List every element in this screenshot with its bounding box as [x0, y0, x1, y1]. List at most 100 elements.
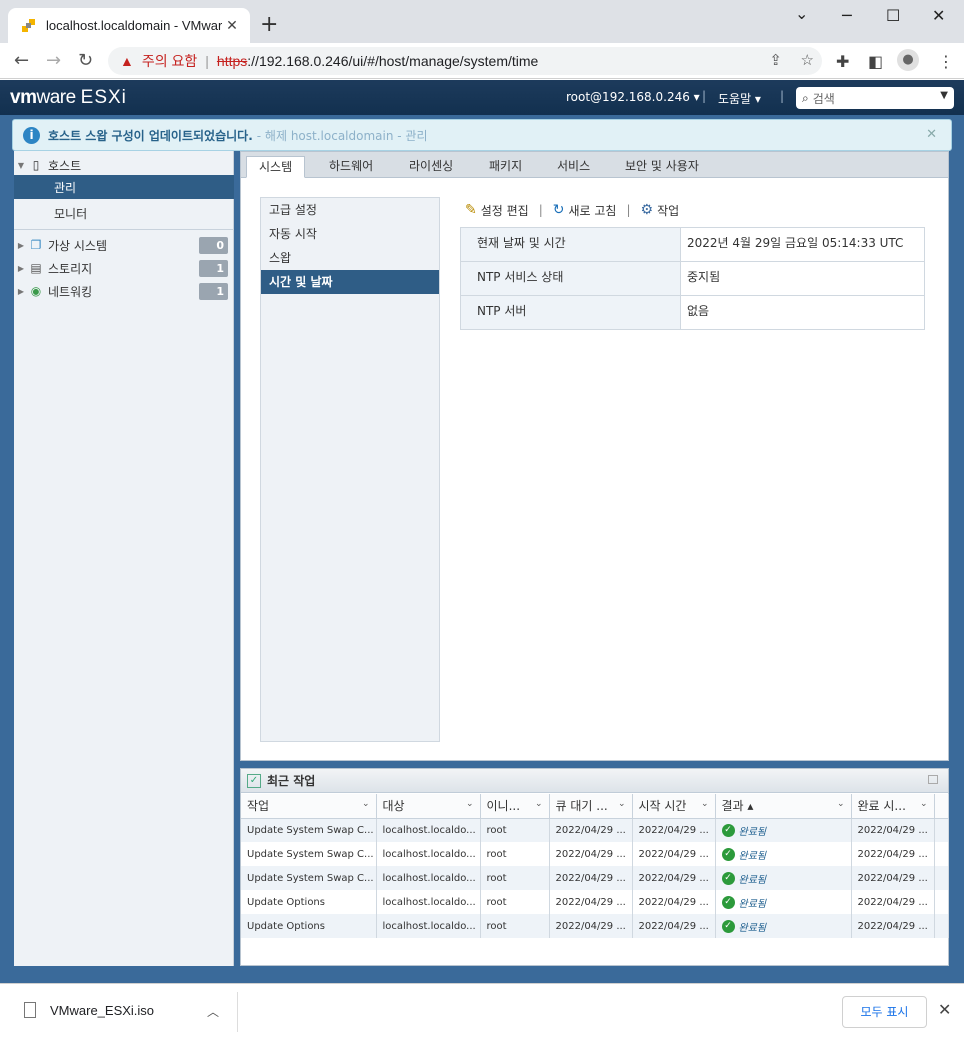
- notification-message: 호스트 스왑 구성이 업데이트되었습니다.: [48, 128, 253, 143]
- share-icon[interactable]: ⇪: [769, 51, 782, 69]
- sidebar-item-label: 관리: [54, 180, 77, 195]
- browser-tab[interactable]: localhost.localdomain - VMware ✕: [8, 8, 250, 43]
- warning-icon[interactable]: ▲: [120, 53, 134, 69]
- app-body: i 호스트 스왑 구성이 업데이트되었습니다. - 해제 host.locald…: [0, 115, 964, 983]
- expand-arrow-icon[interactable]: ▶: [14, 264, 28, 273]
- action-divider: |: [538, 203, 543, 217]
- expand-arrow-icon[interactable]: ▶: [14, 287, 28, 296]
- table-row[interactable]: Update System Swap C... localhost.localdo…: [241, 866, 949, 890]
- tab-close-icon[interactable]: ✕: [222, 17, 242, 34]
- menu-icon[interactable]: ⋮: [938, 52, 954, 71]
- column-header-started[interactable]: 시작 시간 ⌄: [632, 794, 716, 819]
- count-badge: 1: [199, 282, 228, 300]
- address-divider: |: [205, 53, 209, 69]
- close-window-icon[interactable]: ✕: [932, 6, 945, 25]
- sidebar-divider: [14, 229, 234, 230]
- back-icon[interactable]: ←: [14, 50, 29, 71]
- address-bar[interactable]: ▲ 주의 요함 | https ://192.168.0.246/ui/#/ho…: [108, 47, 822, 75]
- tab-hardware[interactable]: 하드웨어: [317, 156, 385, 178]
- subnav-swap[interactable]: 스왑: [261, 246, 439, 270]
- search-input[interactable]: 검색: [813, 90, 835, 107]
- sidebar-item-monitor[interactable]: 모니터: [14, 201, 234, 225]
- header-divider: |: [780, 89, 785, 103]
- profile-avatar[interactable]: ●: [897, 49, 919, 71]
- success-icon: ✓: [721, 919, 735, 933]
- collapse-arrow-icon[interactable]: ▼: [14, 161, 28, 170]
- table-row: NTP 서비스 상태 중지됨: [460, 261, 925, 296]
- maximize-icon[interactable]: ☐: [886, 6, 900, 25]
- refresh-button[interactable]: ↻ 새로 고침: [553, 202, 617, 219]
- new-tab-icon[interactable]: +: [260, 12, 278, 37]
- minimize-panel-icon[interactable]: [928, 775, 938, 784]
- bookmark-star-icon[interactable]: ☆: [801, 51, 814, 69]
- security-warning[interactable]: 주의 요함: [142, 51, 197, 71]
- sidebar-item-label: 호스트: [48, 158, 82, 173]
- success-icon: ✓: [721, 895, 735, 909]
- manage-panel: 시스템 하드웨어 라이센싱 패키지 서비스 보안 및 사용자 고급 설정 자동 …: [240, 151, 949, 761]
- forward-icon[interactable]: →: [46, 50, 61, 71]
- show-all-button[interactable]: 모두 표시: [842, 996, 927, 1028]
- sidebar-item-networking[interactable]: ▶ ◉ 네트워킹 1: [14, 279, 234, 303]
- file-icon: [24, 1002, 36, 1018]
- search-dropdown-icon[interactable]: ▼: [940, 90, 948, 101]
- table-row[interactable]: Update Options localhost.localdo... root 20…: [241, 914, 949, 938]
- sidebar-item-vms[interactable]: ▶ ❐ 가상 시스템 0: [14, 233, 234, 257]
- minimize-icon[interactable]: ─: [842, 6, 852, 25]
- column-header-task[interactable]: 작업 ⌄: [241, 794, 377, 819]
- success-icon: ✓: [721, 823, 735, 837]
- tab-security-users[interactable]: 보안 및 사용자: [613, 156, 711, 178]
- recent-tasks-table: 작업 ⌄ 대상 ⌄ 이니... ⌄ 큐 대기 ... ⌄ 시작 시간 ⌄ 결과 ▴ ⌄ 완료…: [241, 794, 949, 938]
- tab-licensing[interactable]: 라이센싱: [397, 156, 465, 178]
- browser-tab-bar: localhost.localdomain - VMware ✕ + ⌄ ─ ☐…: [0, 0, 964, 43]
- chevron-down-icon: ⌄: [361, 799, 370, 809]
- navigator-sidebar: ▼ ▯ 호스트 관리 모니터 ▶ ❐ 가상 시스템 0 ▶ ▤ 스토리지 1 ▶…: [14, 151, 234, 966]
- subnav-autostart[interactable]: 자동 시작: [261, 222, 439, 246]
- recent-tasks-title: 최근 작업: [267, 774, 316, 788]
- download-shelf: VMware_ESXi.iso ︿ 모두 표시 ✕: [0, 983, 964, 1040]
- search-icon: ⌕: [802, 90, 809, 105]
- row-value: 없음: [680, 295, 925, 330]
- tab-search-icon[interactable]: ⌄: [795, 4, 808, 23]
- sidebar-item-storage[interactable]: ▶ ▤ 스토리지 1: [14, 256, 234, 280]
- gear-icon: ⚙: [640, 202, 654, 218]
- chevron-up-icon[interactable]: ︿: [207, 1003, 219, 1020]
- vm-icon: ❐: [30, 238, 42, 252]
- reload-icon[interactable]: ↻: [78, 50, 93, 71]
- scrollbar-header: [934, 794, 949, 819]
- column-header-initiator[interactable]: 이니... ⌄: [480, 794, 550, 819]
- row-key: NTP 서비스 상태: [460, 261, 681, 296]
- tab-system[interactable]: 시스템: [246, 156, 306, 178]
- actions-button[interactable]: ⚙ 작업: [641, 202, 680, 219]
- url-path: ://192.168.0.246/ui/#/host/manage/system…: [247, 53, 539, 69]
- column-header-queued[interactable]: 큐 대기 ... ⌄: [549, 794, 633, 819]
- column-header-result[interactable]: 결과 ▴ ⌄: [715, 794, 852, 819]
- download-item[interactable]: VMware_ESXi.iso: [24, 1002, 154, 1018]
- help-menu[interactable]: 도움말 ▾: [718, 90, 761, 107]
- extensions-icon[interactable]: ✚: [836, 52, 849, 71]
- chevron-down-icon: ⌄: [700, 799, 709, 809]
- search-box[interactable]: ⌕ 검색 ▼: [796, 87, 954, 109]
- expand-arrow-icon[interactable]: ▶: [14, 241, 28, 250]
- close-icon[interactable]: ✕: [926, 127, 937, 142]
- close-shelf-icon[interactable]: ✕: [938, 1000, 951, 1019]
- subnav-advanced-settings[interactable]: 고급 설정: [261, 198, 439, 222]
- edit-settings-button[interactable]: ✎ 설정 편집: [465, 202, 529, 219]
- sidebar-item-host[interactable]: ▼ ▯ 호스트: [14, 153, 234, 177]
- action-toolbar: ✎ 설정 편집 | ↻ 새로 고침 | ⚙ 작업: [465, 200, 679, 220]
- table-row[interactable]: Update System Swap C... localhost.localdo…: [241, 818, 949, 842]
- download-filename: VMware_ESXi.iso: [50, 1002, 155, 1018]
- subnav-time-date[interactable]: 시간 및 날짜: [261, 270, 439, 294]
- side-panel-icon[interactable]: ◧: [868, 52, 883, 71]
- network-icon: ◉: [30, 284, 42, 298]
- sidebar-item-manage[interactable]: 관리: [14, 175, 234, 199]
- browser-toolbar: ← → ↻ ▲ 주의 요함 | https ://192.168.0.246/u…: [0, 43, 964, 79]
- user-menu[interactable]: root@192.168.0.246 ▾: [566, 90, 700, 104]
- notification-dismiss[interactable]: - 해제 host.localdomain - 관리: [257, 127, 428, 144]
- column-header-target[interactable]: 대상 ⌄: [376, 794, 481, 819]
- tab-packages[interactable]: 패키지: [477, 156, 534, 178]
- table-row[interactable]: Update Options localhost.localdo... root 20…: [241, 890, 949, 914]
- column-header-completed[interactable]: 완료 시... ⌄: [851, 794, 935, 819]
- table-row[interactable]: Update System Swap C... localhost.localdo…: [241, 842, 949, 866]
- tab-services[interactable]: 서비스: [545, 156, 602, 178]
- pencil-icon: ✎: [465, 202, 477, 218]
